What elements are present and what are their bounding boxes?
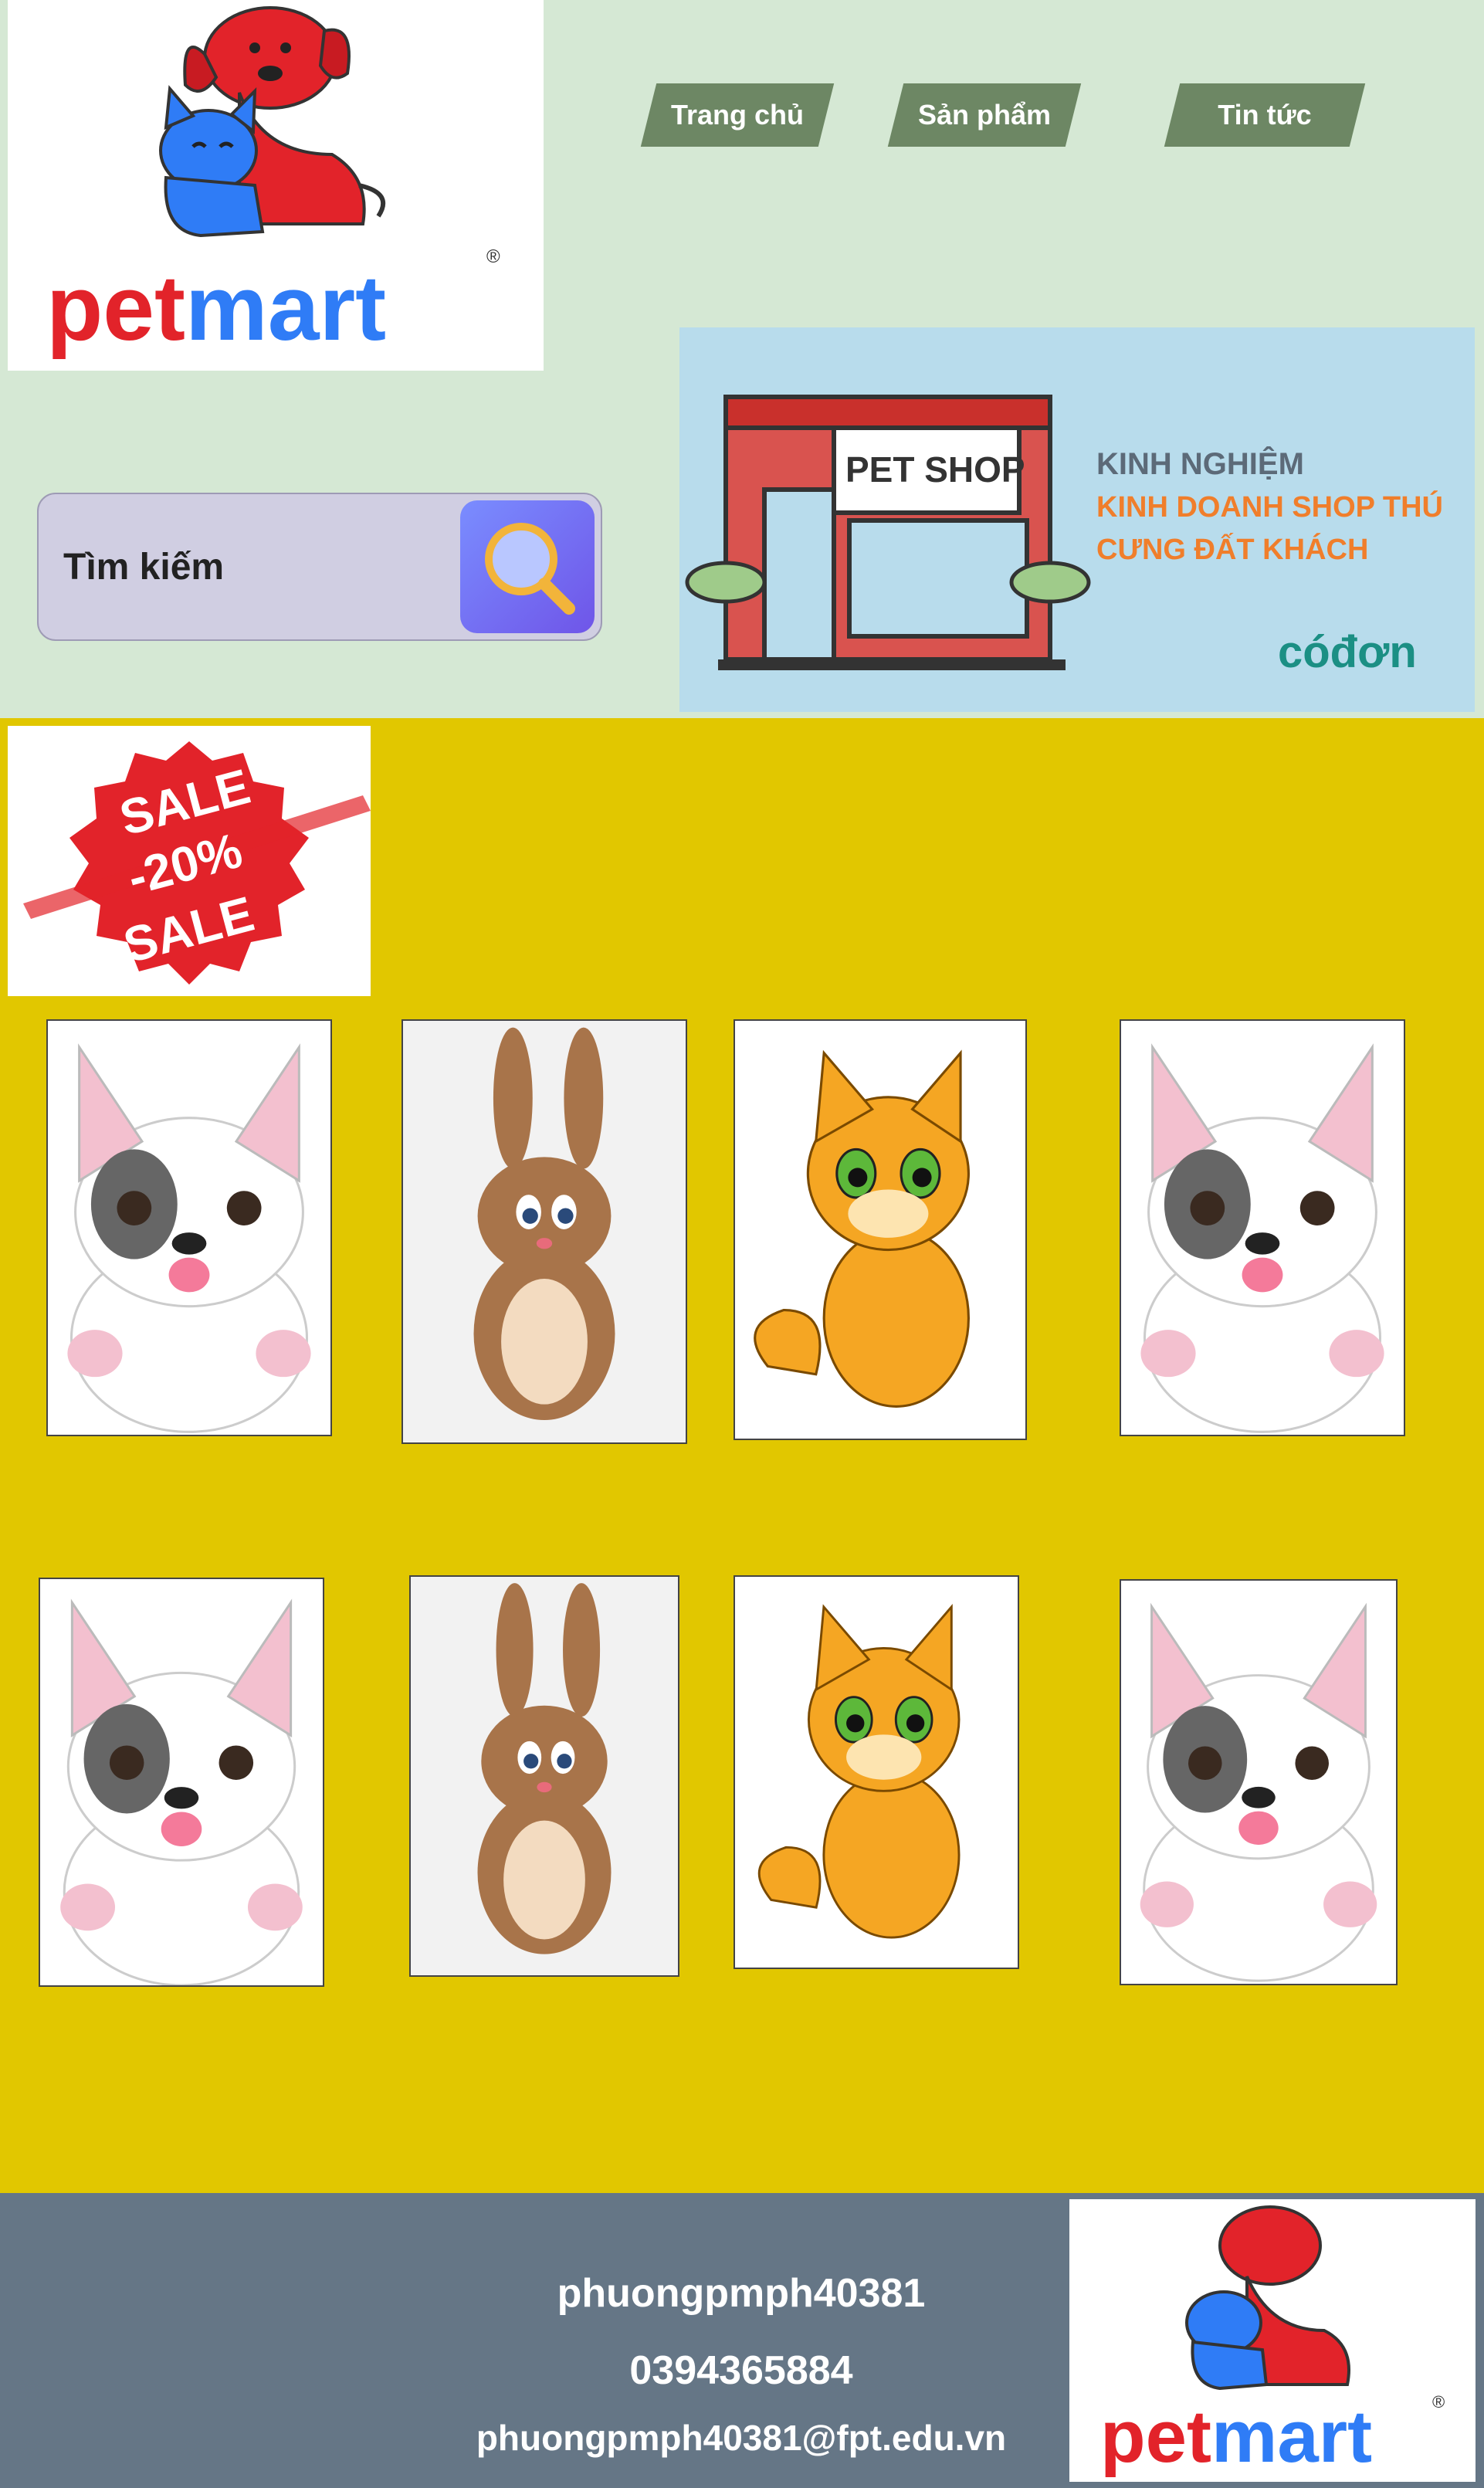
search-icon <box>485 523 575 615</box>
kitten-image <box>754 1052 971 1408</box>
header: petmart ® Trang chủ Sản phẩm Tin tức Tìm… <box>0 0 1484 718</box>
banner-sign: PET SHOP <box>845 449 1025 490</box>
sale-badge[interactable]: SALE -20% SALE <box>8 726 371 996</box>
footer-email[interactable]: phuongpmph40381@fpt.edu.vn <box>401 2417 1081 2459</box>
nav-products-button[interactable]: Sản phẩm <box>896 83 1073 147</box>
banner-brand: cóđơn <box>1278 627 1417 677</box>
pet-shop-banner[interactable]: PET SHOP KINH NGHIỆM KINH DOANH SHOP THÚ… <box>679 327 1475 712</box>
svg-text:®: ® <box>1432 2392 1445 2412</box>
search-label: Tìm kiếm <box>63 546 225 588</box>
product-card-puppy[interactable] <box>1120 1019 1405 1436</box>
product-card-bunny[interactable] <box>409 1575 679 1977</box>
footer-phone[interactable]: 0394365884 <box>401 2347 1081 2394</box>
banner-line2: KINH DOANH SHOP THÚ <box>1096 490 1443 524</box>
product-card-puppy[interactable] <box>46 1019 332 1436</box>
footer-petmart-logo[interactable]: petmart ® <box>1069 2199 1476 2482</box>
svg-text:petmart: petmart <box>1100 2395 1372 2478</box>
product-card-kitten[interactable] <box>734 1019 1027 1440</box>
bunny-image <box>477 1583 612 1954</box>
petmart-logo-icon: petmart ® <box>1100 2205 1445 2478</box>
petmart-logo[interactable]: petmart ® <box>8 0 544 371</box>
svg-text:®: ® <box>486 246 500 267</box>
nav-home-label: Trang chủ <box>670 99 805 131</box>
nav-news-label: Tin tức <box>1218 99 1312 131</box>
kitten-image <box>757 1605 961 1939</box>
logo-wordmark: petmart <box>46 256 386 360</box>
puppy-image <box>1139 1046 1386 1433</box>
pet-shop-illustration: PET SHOP KINH NGHIỆM KINH DOANH SHOP THÚ… <box>685 395 1443 677</box>
puppy-image <box>59 1601 304 1985</box>
sale-badge-icon: SALE -20% SALE <box>23 741 371 985</box>
bunny-image <box>473 1027 615 1420</box>
search-button[interactable] <box>460 500 595 633</box>
product-card-puppy[interactable] <box>39 1578 324 1987</box>
nav-products-label: Sản phẩm <box>917 99 1052 131</box>
nav-news-button[interactable]: Tin tức <box>1172 83 1357 147</box>
petmart-logo-icon: petmart ® <box>46 6 500 360</box>
product-card-bunny[interactable] <box>401 1019 687 1444</box>
puppy-image <box>1139 1605 1378 1982</box>
search-box[interactable]: Tìm kiếm <box>37 493 602 641</box>
product-card-kitten[interactable] <box>734 1575 1019 1969</box>
puppy-image <box>66 1046 313 1433</box>
product-card-puppy[interactable] <box>1120 1579 1398 1985</box>
banner-line1: KINH NGHIỆM <box>1096 446 1304 481</box>
footer-username: phuongpmph40381 <box>557 2271 926 2316</box>
banner-line3: CƯNG ĐẤT KHÁCH <box>1096 532 1368 566</box>
nav-home-button[interactable]: Trang chủ <box>649 83 826 147</box>
